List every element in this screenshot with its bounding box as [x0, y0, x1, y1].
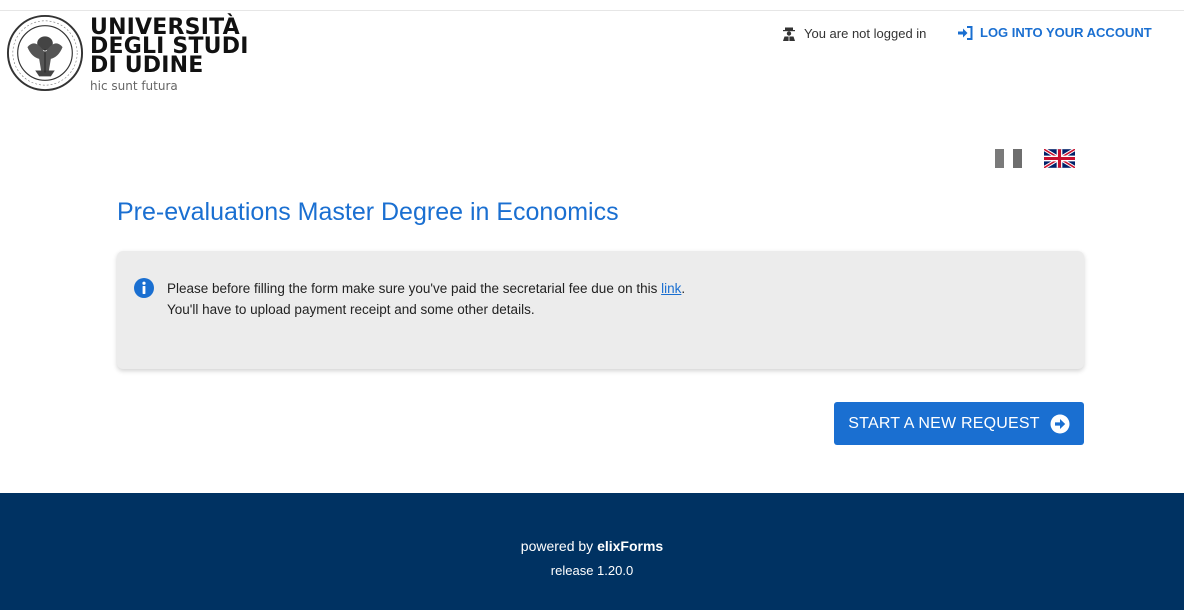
user-icon — [783, 27, 795, 41]
login-status: You are not logged in — [782, 26, 926, 41]
page-header: UNIVERSITÀ DEGLI STUDI DI UDINE hic sunt… — [0, 0, 1184, 120]
sign-in-icon — [958, 25, 973, 40]
release-version: release 1.20.0 — [550, 563, 634, 578]
start-new-request-button[interactable]: START A NEW REQUEST — [834, 402, 1084, 445]
fee-payment-link[interactable]: link — [661, 281, 681, 296]
university-logo[interactable]: UNIVERSITÀ DEGLI STUDI DI UDINE hic sunt… — [6, 14, 249, 93]
info-circle-icon — [134, 278, 154, 298]
login-link[interactable]: LOG INTO YOUR ACCOUNT — [957, 25, 1152, 40]
logo-tagline: hic sunt futura — [90, 79, 178, 93]
flag-italian-icon[interactable] — [995, 149, 1022, 168]
login-link-label: LOG INTO YOUR ACCOUNT — [980, 25, 1152, 40]
logo-wordmark: UNIVERSITÀ DEGLI STUDI DI UDINE hic sunt… — [90, 17, 249, 94]
arrow-circle-right-icon — [1050, 414, 1070, 433]
page-footer: powered by elixForms release 1.20.0 — [0, 493, 1184, 610]
info-line-1-end: . — [681, 281, 686, 296]
footer-brand: elixForms — [597, 538, 664, 554]
powered-by-line: powered by elixForms — [0, 538, 1184, 554]
powered-by-text: powered by — [520, 538, 598, 554]
info-line-2: You'll have to upload payment receipt an… — [167, 302, 535, 317]
flag-english-icon[interactable] — [1044, 149, 1075, 168]
info-line-1: Please before filling the form make sure… — [167, 278, 685, 299]
page-title: Pre-evaluations Master Degree in Economi… — [117, 198, 619, 226]
start-new-request-label: START A NEW REQUEST — [848, 414, 1040, 432]
info-notice: Please before filling the form make sure… — [117, 251, 1084, 369]
info-notice-text: Please before filling the form make sure… — [167, 278, 685, 320]
info-line-1-start: Please before filling the form make sure… — [167, 281, 662, 296]
university-seal-icon — [6, 14, 84, 92]
login-status-text: You are not logged in — [804, 26, 927, 41]
